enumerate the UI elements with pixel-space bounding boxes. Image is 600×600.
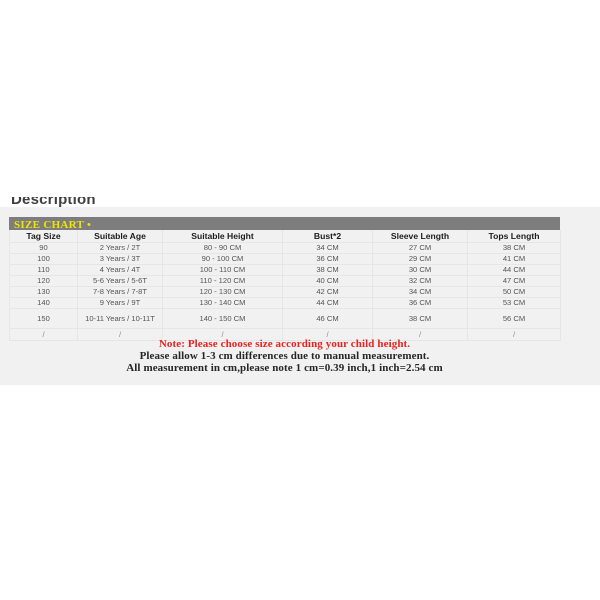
- page-root: Description SIZE CHART • Tag Size Suitab…: [0, 0, 600, 600]
- note-line-primary: Note: Please choose size according your …: [158, 338, 411, 350]
- cell-suitable-age: 9 Years / 9T: [77, 297, 163, 309]
- cell-bust: 46 CM: [282, 308, 373, 329]
- column-header-sleeve-length: Sleeve Length: [372, 230, 468, 243]
- cell-suitable-age: 4 Years / 4T: [77, 264, 163, 276]
- cell-suitable-age: 2 Years / 2T: [77, 242, 163, 254]
- cell-tag-size: 130: [9, 286, 78, 298]
- size-chart-table: Tag Size Suitable Age Suitable Height Bu…: [9, 230, 561, 341]
- cell-sleeve-length: 36 CM: [372, 297, 468, 309]
- cell-suitable-age: 10-11 Years / 10-11T: [77, 308, 163, 329]
- table-row: 140 9 Years / 9T 130 - 140 CM 44 CM 36 C…: [9, 297, 561, 309]
- cell-bust: 44 CM: [282, 297, 373, 309]
- cell-suitable-age: 5-6 Years / 5-6T: [77, 275, 163, 287]
- cell-tag-size: 120: [9, 275, 78, 287]
- cell-tops-length: 44 CM: [467, 264, 561, 276]
- size-chart-container: SIZE CHART • Tag Size Suitable Age Suita…: [9, 217, 561, 341]
- cell-suitable-height: 120 - 130 CM: [162, 286, 283, 298]
- cell-tops-length: 50 CM: [467, 286, 561, 298]
- cell-tops-length: 38 CM: [467, 242, 561, 254]
- cell-suitable-age: 3 Years / 3T: [77, 253, 163, 265]
- cell-bust: 34 CM: [282, 242, 373, 254]
- cell-tag-size: 150: [9, 308, 78, 329]
- cell-bust: 38 CM: [282, 264, 373, 276]
- cell-sleeve-length: 34 CM: [372, 286, 468, 298]
- cell-tag-size: 140: [9, 297, 78, 309]
- cell-suitable-age: 7-8 Years / 7-8T: [77, 286, 163, 298]
- table-row: 150 10-11 Years / 10-11T 140 - 150 CM 46…: [9, 308, 561, 329]
- cell-suitable-height: 140 - 150 CM: [162, 308, 283, 329]
- table-row: 120 5-6 Years / 5-6T 110 - 120 CM 40 CM …: [9, 275, 561, 287]
- cell-bust: 36 CM: [282, 253, 373, 265]
- table-row: 90 2 Years / 2T 80 - 90 CM 34 CM 27 CM 3…: [9, 242, 561, 254]
- table-row: 100 3 Years / 3T 90 - 100 CM 36 CM 29 CM…: [9, 253, 561, 265]
- cell-suitable-height: 90 - 100 CM: [162, 253, 283, 265]
- cell-tag-size: 110: [9, 264, 78, 276]
- note-line-tolerance: Please allow 1-3 cm differences due to m…: [139, 350, 430, 362]
- cell-tag-size: 90: [9, 242, 78, 254]
- cell-sleeve-length: 32 CM: [372, 275, 468, 287]
- cell-suitable-height: 110 - 120 CM: [162, 275, 283, 287]
- cell-suitable-height: 130 - 140 CM: [162, 297, 283, 309]
- cell-suitable-height: 100 - 110 CM: [162, 264, 283, 276]
- size-chart-notes: Note: Please choose size according your …: [9, 338, 560, 374]
- cell-tops-length: 47 CM: [467, 275, 561, 287]
- table-header-row: Tag Size Suitable Age Suitable Height Bu…: [9, 230, 561, 243]
- cell-sleeve-length: 29 CM: [372, 253, 468, 265]
- cell-bust: 42 CM: [282, 286, 373, 298]
- table-row: 110 4 Years / 4T 100 - 110 CM 38 CM 30 C…: [9, 264, 561, 276]
- cell-bust: 40 CM: [282, 275, 373, 287]
- cell-suitable-height: 80 - 90 CM: [162, 242, 283, 254]
- size-chart-header-bar[interactable]: SIZE CHART •: [9, 217, 560, 231]
- cell-tops-length: 41 CM: [467, 253, 561, 265]
- cell-tops-length: 56 CM: [467, 308, 561, 329]
- cell-sleeve-length: 30 CM: [372, 264, 468, 276]
- cell-tops-length: 53 CM: [467, 297, 561, 309]
- cell-sleeve-length: 27 CM: [372, 242, 468, 254]
- column-header-suitable-age: Suitable Age: [77, 230, 163, 243]
- size-chart-content-band: SIZE CHART • Tag Size Suitable Age Suita…: [0, 207, 600, 385]
- cell-tag-size: 100: [9, 253, 78, 265]
- column-header-suitable-height: Suitable Height: [162, 230, 283, 243]
- note-line-units: All measurement in cm,please note 1 cm=0…: [126, 362, 443, 374]
- cell-sleeve-length: 38 CM: [372, 308, 468, 329]
- column-header-tag-size: Tag Size: [9, 230, 78, 243]
- table-row: 130 7-8 Years / 7-8T 120 - 130 CM 42 CM …: [9, 286, 561, 298]
- column-header-bust: Bust*2: [282, 230, 373, 243]
- column-header-tops-length: Tops Length: [467, 230, 561, 243]
